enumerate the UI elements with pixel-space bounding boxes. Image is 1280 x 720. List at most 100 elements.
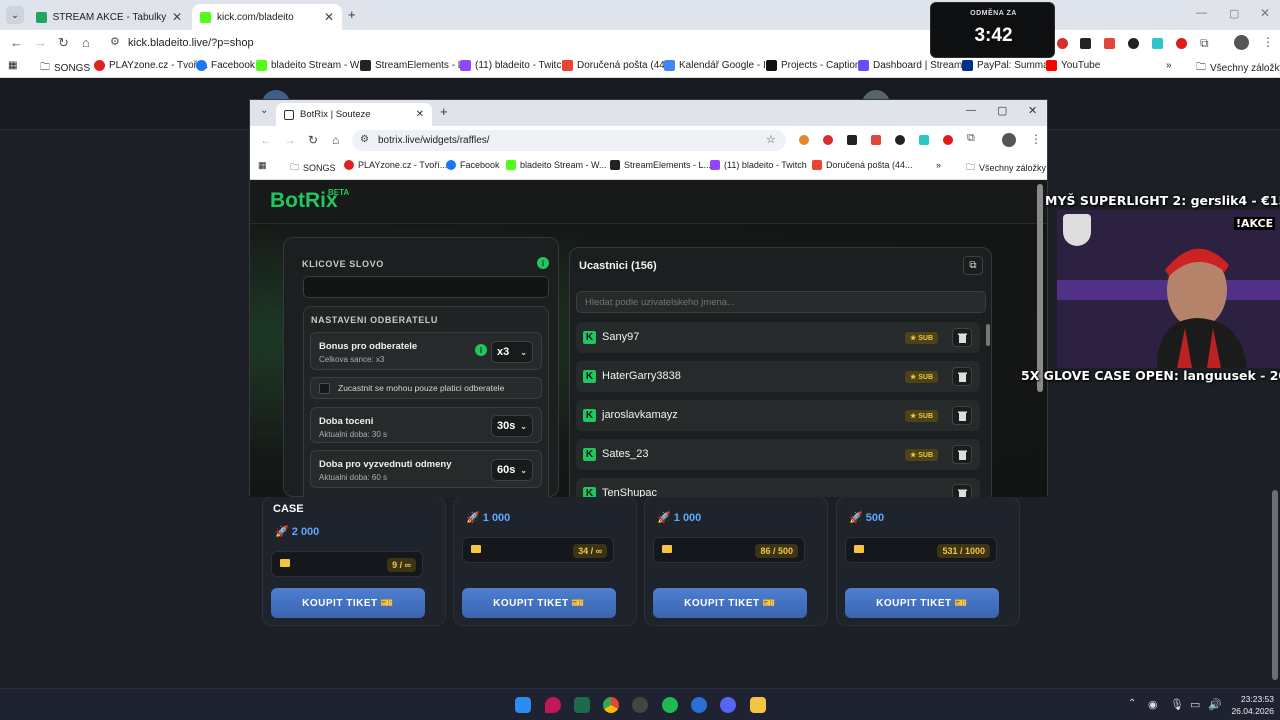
- scrollbar-thumb[interactable]: [986, 324, 990, 346]
- bookmark[interactable]: StreamElements - L...: [610, 160, 711, 170]
- tab-stream-akce[interactable]: STREAM AKCE - Tabulky Googl ✕: [28, 4, 190, 30]
- bookmark[interactable]: Kalendář Google - I...: [664, 60, 774, 71]
- avatar[interactable]: [1234, 35, 1249, 50]
- site-info-icon[interactable]: ⚙: [360, 134, 369, 145]
- bookmark[interactable]: Dashboard | Stream...: [858, 60, 971, 71]
- menu-icon[interactable]: ⋮: [1262, 35, 1274, 49]
- minimize-icon[interactable]: —: [1196, 7, 1207, 19]
- all-bookmarks[interactable]: 🗀 Všechny záložky: [1196, 60, 1280, 77]
- app-icon[interactable]: [574, 697, 590, 713]
- spotify-icon[interactable]: [662, 697, 678, 713]
- close-window-icon[interactable]: ✕: [1260, 6, 1270, 20]
- paid-only-setting[interactable]: Zucastnit se mohou pouze platici odberat…: [310, 377, 542, 399]
- steam-icon[interactable]: ◉: [1148, 698, 1158, 711]
- reload-icon[interactable]: ↻: [308, 133, 318, 147]
- trash-icon[interactable]: [952, 406, 972, 425]
- app-icon[interactable]: [545, 697, 561, 713]
- bonus-select[interactable]: x3 ⌄: [491, 341, 533, 363]
- extension-icon[interactable]: [1128, 38, 1139, 49]
- bookmark[interactable]: PayPal: Summary: [962, 60, 1057, 71]
- star-icon[interactable]: ☆: [766, 133, 776, 146]
- participant-row[interactable]: K Sates_23 ★ SUB: [576, 439, 980, 470]
- bookmark[interactable]: PLAYzone.cz - Tvoří...: [344, 160, 447, 170]
- forward-icon[interactable]: →: [34, 35, 47, 50]
- back-icon[interactable]: ←: [260, 133, 272, 147]
- extension-icon[interactable]: [1080, 38, 1091, 49]
- extension-icon[interactable]: [1057, 38, 1068, 49]
- windows-start-icon[interactable]: [515, 697, 531, 713]
- extension-icon[interactable]: [871, 135, 881, 145]
- tab-botrix[interactable]: BotRix | Souteze ✕: [276, 103, 432, 126]
- home-icon[interactable]: ⌂: [82, 35, 90, 50]
- buy-ticket-button[interactable]: KOUPIT TIKET 🎫: [271, 588, 425, 618]
- extension-icon[interactable]: [823, 135, 833, 145]
- bookmark[interactable]: bladeito Stream - W...: [506, 160, 607, 170]
- new-tab-icon[interactable]: +: [348, 7, 356, 22]
- extension-icon[interactable]: [799, 135, 809, 145]
- bookmark[interactable]: Doručená pošta (44...: [812, 160, 913, 170]
- buy-ticket-button[interactable]: KOUPIT TIKET 🎫: [653, 588, 807, 618]
- back-icon[interactable]: ←: [10, 35, 23, 50]
- close-window-icon[interactable]: ✕: [1028, 104, 1037, 117]
- address-bar[interactable]: kick.bladeito.live/?p=shop: [128, 37, 254, 49]
- site-info-icon[interactable]: ⚙: [110, 35, 120, 48]
- trash-icon[interactable]: [952, 445, 972, 464]
- bookmark[interactable]: 🗀 SONGS: [290, 160, 336, 176]
- bookmark[interactable]: PLAYzone.cz - Tvoří...: [94, 60, 208, 71]
- avatar[interactable]: [1002, 133, 1016, 147]
- buy-ticket-button[interactable]: KOUPIT TIKET 🎫: [845, 588, 999, 618]
- extension-icon[interactable]: [1104, 38, 1115, 49]
- maximize-icon[interactable]: ▢: [997, 104, 1007, 117]
- keyword-input[interactable]: [303, 276, 549, 298]
- buy-ticket-button[interactable]: KOUPIT TIKET 🎫: [462, 588, 616, 618]
- display-icon[interactable]: ▭: [1190, 698, 1200, 711]
- copy-icon[interactable]: ⧉: [963, 256, 983, 275]
- spin-time-select[interactable]: 30s ⌄: [491, 415, 533, 437]
- bookmark[interactable]: Facebook: [196, 60, 255, 71]
- obs-icon[interactable]: [632, 697, 648, 713]
- bookmark[interactable]: 🗀 SONGS: [40, 60, 90, 77]
- participant-search-input[interactable]: [576, 291, 986, 313]
- puzzle-icon[interactable]: ⧉: [1200, 36, 1209, 51]
- clock-date[interactable]: 26.04.2026: [1222, 706, 1274, 716]
- tab-search-icon[interactable]: ⌄: [6, 6, 24, 24]
- app-icon[interactable]: [750, 697, 766, 713]
- address-bar[interactable]: ⚙ botrix.live/widgets/raffles/ ☆: [352, 130, 786, 151]
- maximize-icon[interactable]: ▢: [1229, 7, 1239, 20]
- participant-row[interactable]: K HaterGarry3838 ★ SUB: [576, 361, 980, 392]
- extension-icon[interactable]: [919, 135, 929, 145]
- bookmark[interactable]: StreamElements - L...: [360, 60, 472, 71]
- trash-icon[interactable]: [952, 367, 972, 386]
- bookmark[interactable]: (11) bladeito - Twitch: [710, 160, 807, 170]
- tray-chevron-icon[interactable]: ⌃: [1128, 698, 1136, 709]
- clock-time[interactable]: 23:23:53: [1226, 694, 1274, 704]
- close-icon[interactable]: ✕: [324, 10, 334, 24]
- chrome-icon[interactable]: [603, 697, 619, 713]
- extension-icon[interactable]: [847, 135, 857, 145]
- puzzle-icon[interactable]: ⧉: [967, 132, 975, 145]
- reload-icon[interactable]: ↻: [58, 35, 69, 51]
- bookmarks-overflow[interactable]: »: [936, 160, 941, 170]
- extension-icon[interactable]: [943, 135, 953, 145]
- bookmark[interactable]: (11) bladeito - Twitch: [460, 60, 567, 71]
- paid-only-checkbox[interactable]: [319, 383, 330, 394]
- menu-icon[interactable]: ⋮: [1030, 132, 1042, 146]
- forward-icon[interactable]: →: [284, 133, 296, 147]
- tab-kick[interactable]: kick.com/bladeito ✕: [192, 4, 342, 30]
- bookmark[interactable]: Facebook: [446, 160, 500, 170]
- minimize-icon[interactable]: —: [966, 105, 976, 116]
- close-icon[interactable]: ✕: [172, 10, 182, 24]
- trash-icon[interactable]: [952, 328, 972, 347]
- page-scrollbar[interactable]: [1037, 184, 1043, 392]
- info-icon[interactable]: i: [475, 344, 487, 356]
- extension-icon[interactable]: [1176, 38, 1187, 49]
- extension-icon[interactable]: [895, 135, 905, 145]
- apps-icon[interactable]: ▦: [8, 60, 17, 71]
- participant-row[interactable]: K TenShupac: [576, 478, 980, 497]
- volume-icon[interactable]: 🔊: [1208, 698, 1222, 711]
- bookmark[interactable]: Projects - Captions: [766, 60, 865, 71]
- all-bookmarks[interactable]: 🗀 Všechny záložky: [966, 160, 1046, 176]
- discord-icon[interactable]: [720, 697, 736, 713]
- bookmark[interactable]: YouTube: [1046, 60, 1100, 71]
- claim-time-select[interactable]: 60s ⌄: [491, 459, 533, 481]
